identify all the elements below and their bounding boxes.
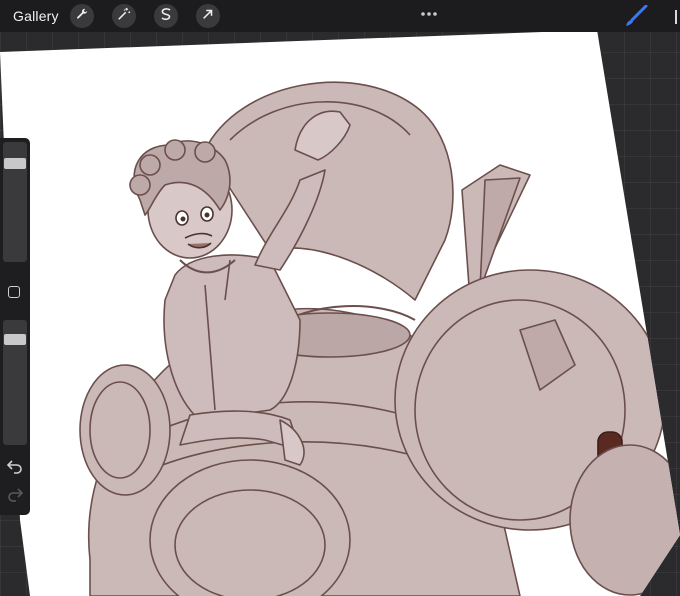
drawing-canvas[interactable]: [0, 0, 680, 596]
left-sidebar: [0, 138, 30, 515]
top-toolbar: Gallery: [0, 0, 680, 32]
square-icon[interactable]: [8, 286, 20, 298]
wrench-icon: [75, 7, 89, 26]
actions-button[interactable]: [70, 4, 94, 28]
arrow-cursor-icon: [201, 7, 215, 26]
gallery-button[interactable]: Gallery: [13, 8, 59, 24]
sketch-left-pod: [79, 364, 171, 496]
brush-size-slider[interactable]: [3, 142, 27, 262]
brush-icon[interactable]: [624, 4, 648, 32]
sketch-character-body: [163, 254, 301, 421]
transform-button[interactable]: [196, 4, 220, 28]
brush-size-thumb[interactable]: [4, 158, 26, 169]
magic-wand-icon: [117, 7, 131, 26]
adjustments-button[interactable]: [112, 4, 136, 28]
opacity-slider[interactable]: [3, 320, 27, 445]
smudge-icon[interactable]: [668, 8, 680, 26]
selection-button[interactable]: [154, 4, 178, 28]
selection-icon: [159, 7, 173, 26]
undo-icon[interactable]: [6, 458, 24, 474]
opacity-thumb[interactable]: [4, 334, 26, 345]
three-dots-icon[interactable]: [420, 5, 438, 23]
redo-icon[interactable]: [6, 486, 24, 502]
